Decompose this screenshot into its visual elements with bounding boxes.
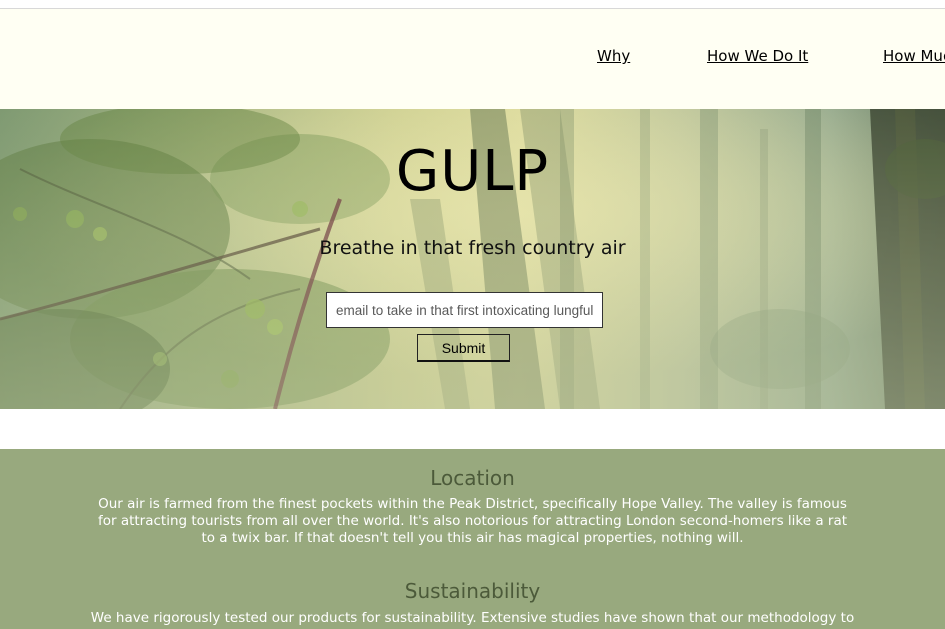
- nav-link-why[interactable]: Why: [597, 47, 630, 65]
- email-input[interactable]: [326, 292, 603, 328]
- sustainability-heading: Sustainability: [404, 579, 541, 603]
- hero-subtitle: Breathe in that fresh country air: [319, 237, 626, 259]
- features-section: Location Our air is farmed from the fine…: [0, 449, 945, 629]
- navbar: Why How We Do It How Much: [0, 9, 945, 109]
- hero-title: GULP: [395, 139, 550, 204]
- nav-link-how-we-do-it[interactable]: How We Do It: [707, 47, 808, 65]
- hero-section: GULP Breathe in that fresh country air S…: [0, 109, 945, 409]
- location-text: Our air is farmed from the finest pocket…: [97, 496, 848, 546]
- nav-link-how-much[interactable]: How Much: [883, 47, 945, 65]
- submit-button[interactable]: Submit: [417, 334, 510, 362]
- location-heading: Location: [430, 466, 515, 490]
- sustainability-text: We have rigorously tested our products f…: [90, 610, 855, 626]
